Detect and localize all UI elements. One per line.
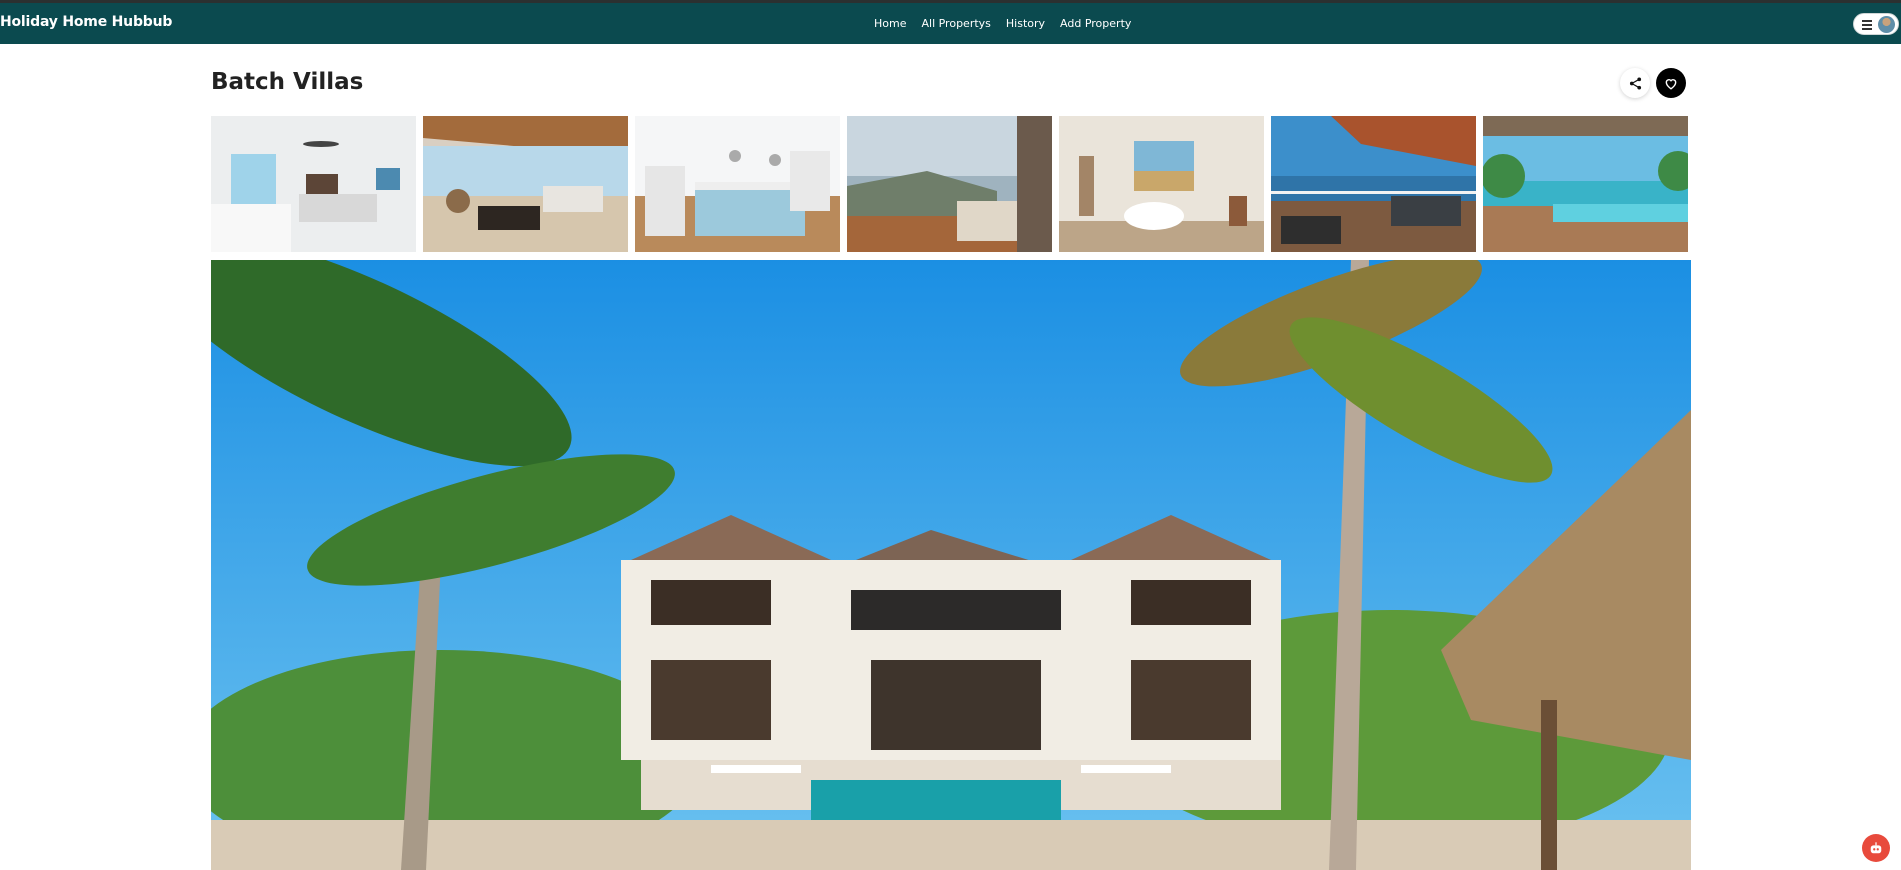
favorite-button[interactable] [1656,68,1686,98]
nav-link-history[interactable]: History [1006,17,1045,30]
robot-icon [1870,842,1882,854]
thumbnail-cliff-bedroom[interactable] [847,116,1052,252]
nav-link-add-property[interactable]: Add Property [1060,17,1131,30]
page-title: Batch Villas [211,69,364,95]
brand-logo[interactable]: Holiday Home Hubbub [0,14,172,30]
main-nav: Home All Propertys History Add Property [874,17,1131,30]
user-menu-button[interactable] [1853,13,1899,35]
thumbnail-bedroom[interactable] [211,116,416,252]
thumbnail-kitchen[interactable] [635,116,840,252]
main-property-photo[interactable] [211,260,1691,870]
thumbnail-pool-deck[interactable] [1483,116,1688,252]
thumbnail-balcony[interactable] [1271,116,1476,252]
nav-link-all-properties[interactable]: All Propertys [921,17,990,30]
chat-bot-button[interactable] [1862,834,1890,862]
photo-thumbnail-strip [211,116,1688,252]
top-navbar: Holiday Home Hubbub Home All Propertys H… [0,0,1901,44]
menu-icon [1862,20,1872,32]
nav-link-home[interactable]: Home [874,17,906,30]
heart-icon [1665,78,1677,90]
thumbnail-bathroom[interactable] [1059,116,1264,252]
share-button[interactable] [1620,68,1650,98]
avatar [1878,16,1895,33]
share-icon [1629,76,1641,90]
thumbnail-living-room[interactable] [423,116,628,252]
